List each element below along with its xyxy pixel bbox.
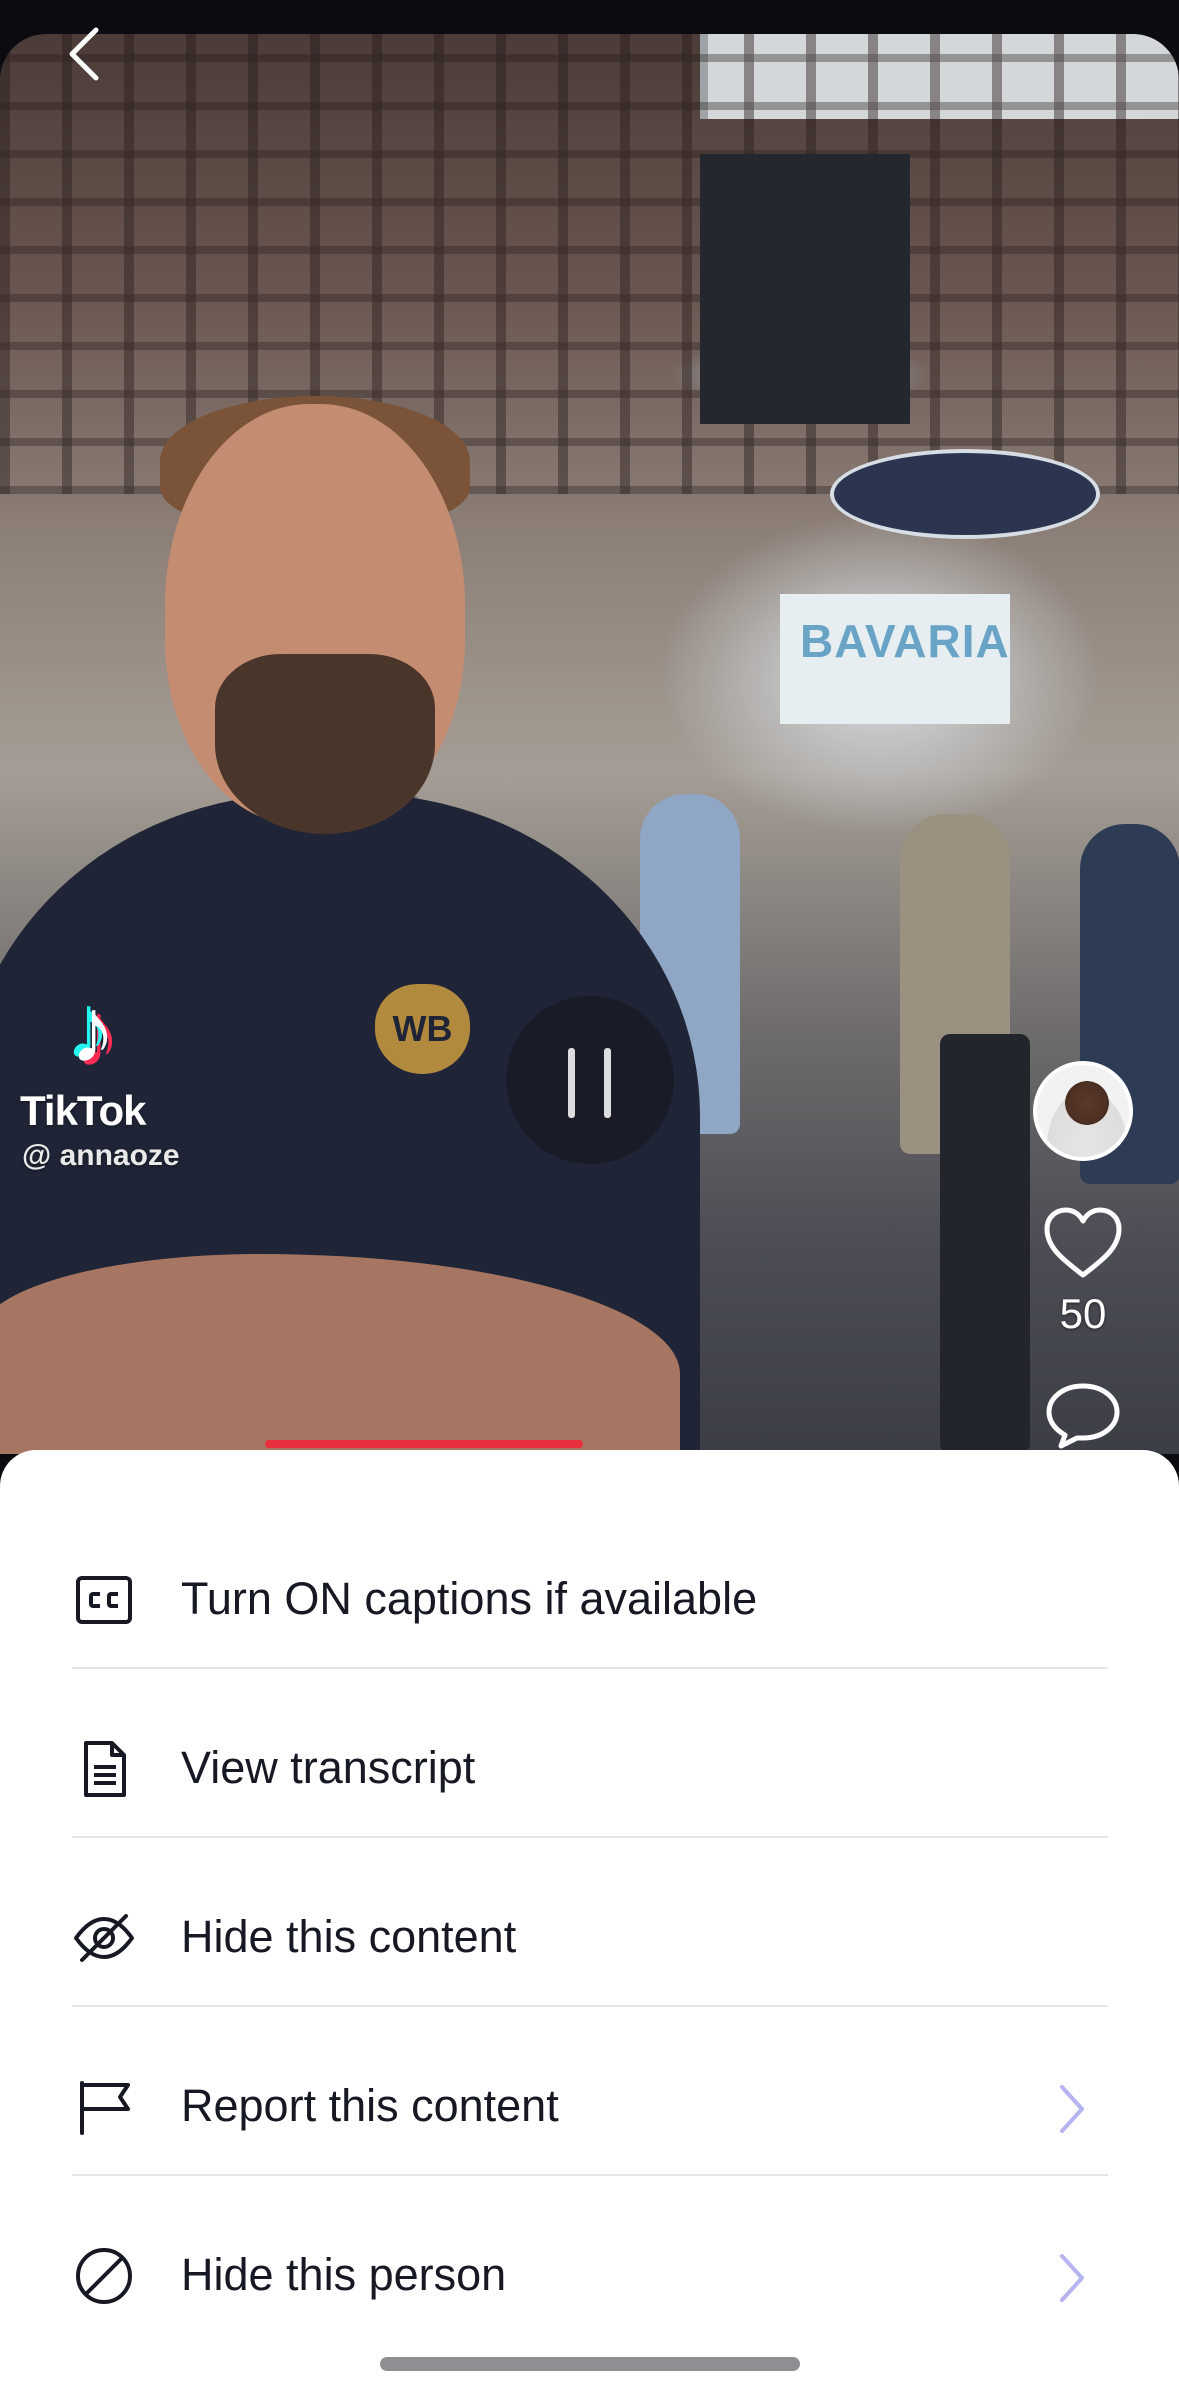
scene-pillar <box>700 154 910 424</box>
chevron-right-icon <box>1060 2254 1084 2302</box>
menu-item-captions[interactable]: Turn ON captions if available <box>72 1518 1108 1686</box>
menu-item-label: Report this content <box>181 2080 559 2131</box>
video-progress-bar[interactable] <box>265 1440 583 1448</box>
comment-button[interactable] <box>1043 1380 1123 1450</box>
divider <box>72 2174 1108 2176</box>
like-button[interactable] <box>1042 1205 1124 1280</box>
like-count: 50 <box>1059 1290 1107 1337</box>
shirt-logo: WB <box>375 984 470 1074</box>
eye-slash-icon <box>74 1914 134 1962</box>
divider <box>72 1667 1108 1669</box>
booth-sign-text: BAVARIA <box>800 615 1010 667</box>
heart-icon <box>1044 1207 1122 1278</box>
menu-item-label: Turn ON captions if available <box>181 1573 758 1624</box>
scene-ceiling-truss <box>0 34 1179 494</box>
closed-captions-icon <box>76 1576 132 1624</box>
document-icon <box>84 1741 126 1797</box>
pause-icon <box>604 1048 611 1118</box>
scene-hanging-sign <box>830 449 1100 539</box>
status-bar <box>0 0 1179 34</box>
creator-avatar[interactable] <box>1033 1061 1133 1161</box>
divider <box>72 1836 1108 1838</box>
video-player[interactable]: BAVARIA WB <box>0 34 1179 1454</box>
comment-icon <box>1046 1383 1120 1449</box>
chevron-left-icon <box>69 27 99 81</box>
tiktok-wordmark: TikTok <box>20 1087 146 1134</box>
pause-button[interactable] <box>506 996 674 1164</box>
home-indicator[interactable] <box>380 2357 800 2371</box>
flag-icon <box>80 2081 130 2135</box>
scene-stand <box>940 1034 1030 1454</box>
chevron-right-icon <box>1060 2085 1084 2133</box>
back-button[interactable] <box>60 24 110 84</box>
menu-item-hide-content[interactable]: Hide this content <box>72 1856 1108 2024</box>
menu-item-label: Hide this content <box>181 1911 517 1962</box>
menu-item-label: View transcript <box>181 1742 476 1793</box>
pause-icon <box>568 1048 575 1118</box>
menu-item-label: Hide this person <box>181 2249 507 2300</box>
menu-item-report-content[interactable]: Report this content <box>72 2025 1108 2193</box>
tiktok-logo-icon: ♪ <box>70 980 116 1082</box>
block-icon <box>76 2248 132 2304</box>
divider <box>72 2005 1108 2007</box>
menu-item-view-transcript[interactable]: View transcript <box>72 1687 1108 1855</box>
options-bottom-sheet: Turn ON captions if available View trans… <box>0 1450 1179 2396</box>
presenter-beard <box>215 654 435 834</box>
tiktok-handle: @ annaoze <box>22 1139 180 1172</box>
menu-item-hide-person[interactable]: Hide this person <box>72 2194 1108 2362</box>
